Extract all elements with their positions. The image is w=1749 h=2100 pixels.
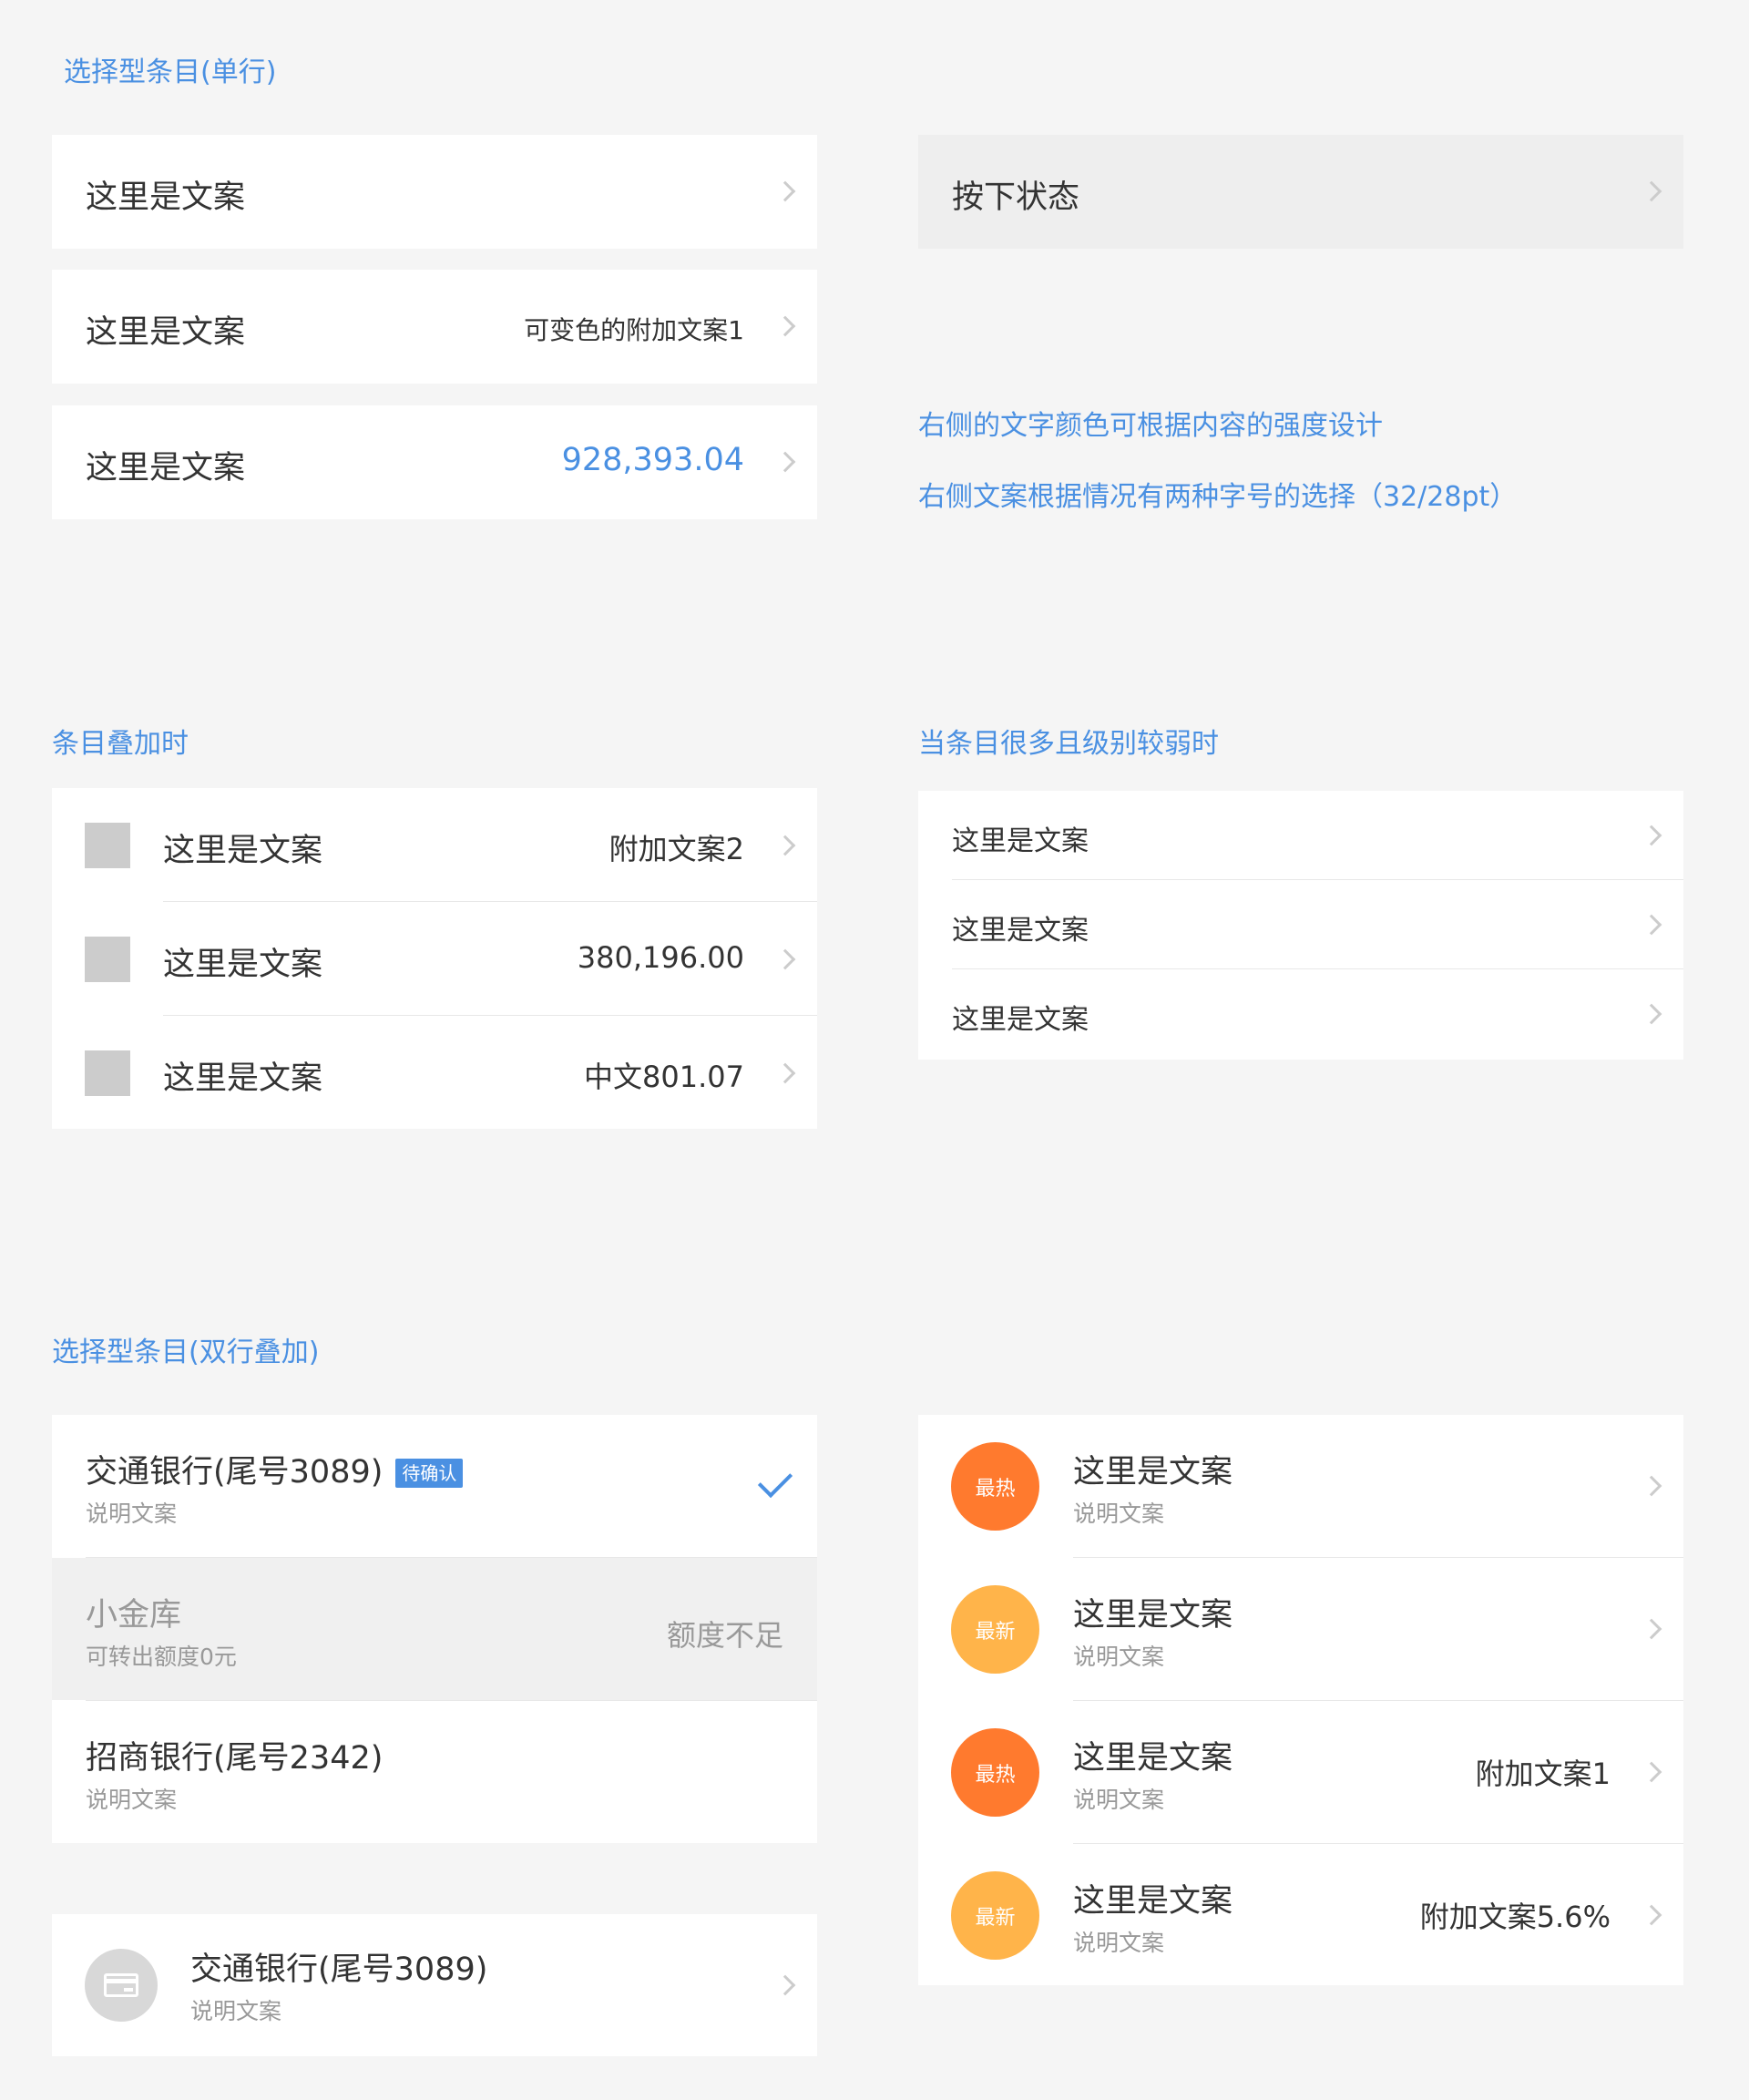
item-label: 这里是文案 (952, 915, 1089, 947)
item-label: 这里是文案 (952, 1004, 1089, 1036)
account-title-wrap: 交通银行(尾号3089) 待确认 (86, 1446, 464, 1492)
item-label: 这里是文案 (86, 450, 246, 487)
chevron-right-icon (1641, 914, 1662, 936)
item-extra: 附加文案2 (609, 832, 744, 866)
list-item[interactable]: 这里是文案 附加文案2 (52, 788, 817, 902)
item-title: 这里是文案 (1073, 1883, 1233, 1920)
item-subtitle: 说明文案 (1073, 1501, 1165, 1527)
list-item[interactable]: 最新 这里是文案 说明文案 附加文案5.6% (918, 1844, 1683, 1985)
item-title: 这里是文案 (1073, 1740, 1233, 1777)
item-label: 这里是文案 (163, 833, 323, 869)
item-subtitle: 说明文案 (1073, 1930, 1165, 1956)
account-item-disabled: 小金库 可转出额度0元 额度不足 (52, 1558, 817, 1700)
chevron-right-icon (774, 835, 796, 856)
list-item[interactable]: 这里是文案 (52, 135, 817, 249)
item-title: 这里是文案 (1073, 1597, 1233, 1634)
item-label: 这里是文案 (86, 179, 246, 216)
account-title: 交通银行(尾号3089) (190, 1951, 488, 1988)
chevron-right-icon (1641, 1003, 1662, 1025)
item-label: 这里是文案 (86, 314, 246, 351)
account-subtitle: 说明文案 (86, 1787, 178, 1813)
item-extra: 可变色的附加文案1 (524, 315, 744, 345)
list-item[interactable]: 这里是文案 可变色的附加文案1 (52, 270, 817, 384)
account-title: 小金库 (86, 1597, 182, 1634)
chevron-right-icon (774, 1062, 796, 1084)
account-subtitle: 可转出额度0元 (86, 1644, 237, 1670)
account-list: 交通银行(尾号3089) 待确认 说明文案 小金库 可转出额度0元 额度不足 招商… (52, 1415, 817, 1843)
item-extra: 中文801.07 (584, 1060, 744, 1094)
item-extra: 附加文案5.6% (1419, 1900, 1611, 1934)
account-subtitle: 说明文案 (86, 1501, 178, 1527)
chevron-right-icon (1641, 180, 1662, 202)
chevron-right-icon (1641, 1618, 1662, 1640)
account-item-selected[interactable]: 交通银行(尾号3089) 待确认 说明文案 (52, 1415, 817, 1557)
stacked-list: 这里是文案 附加文案2 这里是文案 380,196.00 这里是文案 中文801… (52, 788, 817, 1129)
note-text: 右侧文案根据情况有两种字号的选择（32/28pt） (918, 481, 1518, 513)
list-item[interactable]: 这里是文案 (918, 791, 1683, 880)
section-title-double: 选择型条目(双行叠加) (52, 1337, 320, 1368)
status-badge: 待确认 (395, 1459, 464, 1488)
list-item[interactable]: 最热 这里是文案 说明文案 (918, 1415, 1683, 1557)
item-label: 这里是文案 (163, 1060, 323, 1097)
chevron-right-icon (774, 1974, 796, 1996)
account-extra: 额度不足 (666, 1618, 783, 1653)
weak-list: 这里是文案 这里是文案 这里是文案 (918, 791, 1683, 1060)
list-item[interactable]: 这里是文案 (918, 880, 1683, 969)
item-subtitle: 说明文案 (1073, 1787, 1165, 1813)
item-label: 按下状态 (952, 179, 1080, 216)
account-subtitle: 说明文案 (190, 1998, 282, 2024)
item-label: 这里是文案 (163, 947, 323, 983)
placeholder-icon (85, 1050, 130, 1096)
bank-account-item[interactable]: 交通银行(尾号3089) 说明文案 (52, 1914, 817, 2056)
tag-list: 最热 这里是文案 说明文案 最新 这里是文案 说明文案 最热 这里是文案 说明文… (918, 1415, 1683, 1985)
checkmark-icon (757, 1462, 793, 1499)
item-extra-amount: 928,393.04 (561, 442, 744, 478)
chevron-right-icon (1641, 825, 1662, 846)
account-title: 交通银行(尾号3089) (86, 1454, 384, 1490)
section-title-weak: 当条目很多且级别较弱时 (918, 728, 1219, 760)
account-title: 招商银行(尾号2342) (86, 1740, 384, 1777)
list-item-pressed[interactable]: 按下状态 (918, 135, 1683, 249)
hot-tag-icon: 最热 (951, 1728, 1039, 1817)
hot-tag-icon: 最热 (951, 1442, 1039, 1531)
chevron-right-icon (1641, 1475, 1662, 1497)
section-title-single-line: 选择型条目(单行) (64, 56, 277, 88)
item-subtitle: 说明文案 (1073, 1644, 1165, 1670)
section-title-stacked: 条目叠加时 (52, 728, 189, 760)
new-tag-icon: 最新 (951, 1585, 1039, 1674)
item-label: 这里是文案 (952, 825, 1089, 857)
new-tag-icon: 最新 (951, 1871, 1039, 1960)
chevron-right-icon (774, 180, 796, 202)
note-text: 右侧的文字颜色可根据内容的强度设计 (918, 410, 1383, 442)
list-item[interactable]: 这里是文案 (918, 969, 1683, 1060)
list-item[interactable]: 这里是文案 928,393.04 (52, 405, 817, 519)
item-extra: 附加文案1 (1475, 1757, 1611, 1791)
bank-card-icon (85, 1949, 158, 2022)
chevron-right-icon (1641, 1904, 1662, 1926)
list-item[interactable]: 这里是文案 中文801.07 (52, 1016, 817, 1129)
chevron-right-icon (774, 451, 796, 473)
placeholder-icon (85, 937, 130, 982)
chevron-right-icon (774, 948, 796, 970)
list-item[interactable]: 这里是文案 380,196.00 (52, 902, 817, 1016)
item-extra: 380,196.00 (577, 940, 744, 975)
item-title: 这里是文案 (1073, 1454, 1233, 1490)
placeholder-icon (85, 823, 130, 868)
account-item[interactable]: 招商银行(尾号2342) 说明文案 (52, 1701, 817, 1843)
chevron-right-icon (774, 315, 796, 337)
list-item[interactable]: 最新 这里是文案 说明文案 (918, 1558, 1683, 1700)
list-item[interactable]: 最热 这里是文案 说明文案 附加文案1 (918, 1701, 1683, 1843)
chevron-right-icon (1641, 1761, 1662, 1783)
